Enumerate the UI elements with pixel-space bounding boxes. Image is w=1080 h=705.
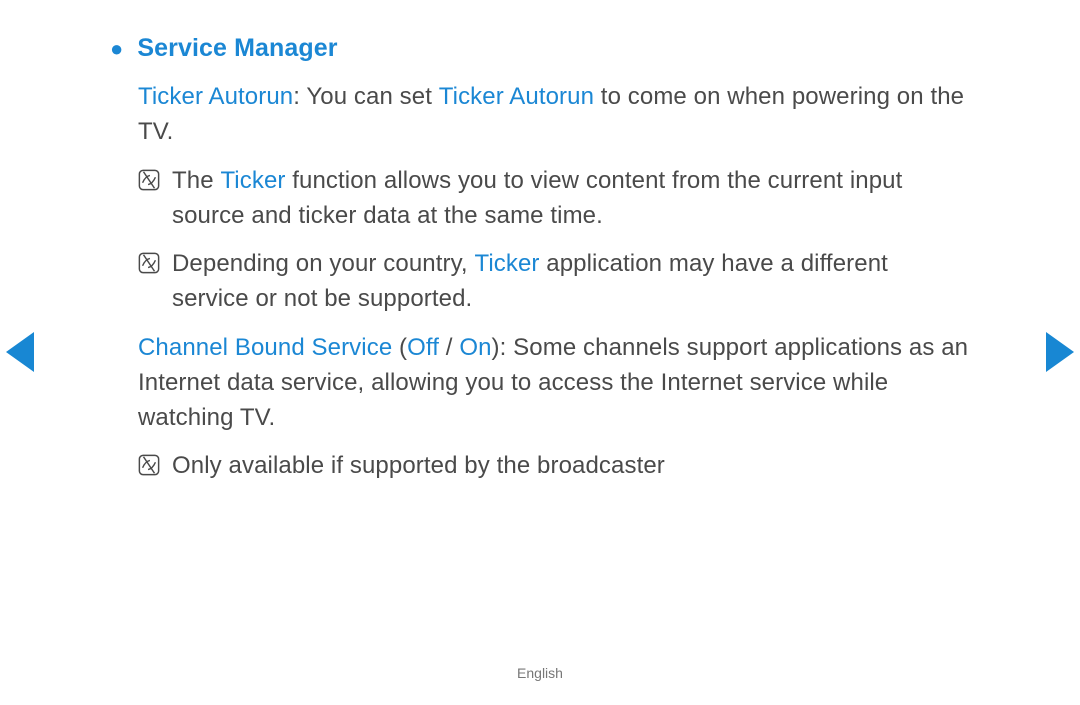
note-2-text: Depending on your country, Ticker applic… (172, 247, 970, 317)
option-off: Off (407, 334, 439, 361)
para2-closeparen: ) (492, 334, 500, 361)
para2-openparen: ( (392, 334, 407, 361)
note1-preA: The (172, 167, 220, 194)
option-on: On (459, 334, 491, 361)
para1-midA: : You can set (293, 83, 439, 110)
note2-preA: Depending on your country, (172, 250, 474, 277)
note-icon (138, 252, 160, 274)
note-3-text: Only available if supported by the broad… (172, 449, 970, 484)
note-3: Only available if supported by the broad… (110, 449, 970, 484)
note-icon (138, 454, 160, 476)
nav-next-arrow[interactable] (1046, 332, 1074, 372)
heading-text: Service Manager (137, 30, 337, 66)
term-ticker-autorun: Ticker Autorun (138, 83, 293, 110)
nav-prev-arrow[interactable] (6, 332, 34, 372)
paragraph-ticker-autorun: Ticker Autorun: You can set Ticker Autor… (110, 80, 970, 150)
para2-slash: / (439, 334, 459, 361)
note-2: Depending on your country, Ticker applic… (110, 247, 970, 317)
bullet-icon: ● (110, 32, 123, 65)
footer-language: English (0, 665, 1080, 681)
note-icon (138, 169, 160, 191)
note-1-text: The Ticker function allows you to view c… (172, 164, 970, 234)
note-1: The Ticker function allows you to view c… (110, 164, 970, 234)
term-ticker-2: Ticker (474, 250, 539, 277)
document-body: ● Service Manager Ticker Autorun: You ca… (0, 0, 1080, 484)
term-ticker: Ticker (220, 167, 285, 194)
term-ticker-autorun-2: Ticker Autorun (439, 83, 594, 110)
heading-row: ● Service Manager (110, 30, 970, 66)
paragraph-channel-bound: Channel Bound Service (Off / On): Some c… (110, 331, 970, 435)
term-channel-bound-service: Channel Bound Service (138, 334, 392, 361)
